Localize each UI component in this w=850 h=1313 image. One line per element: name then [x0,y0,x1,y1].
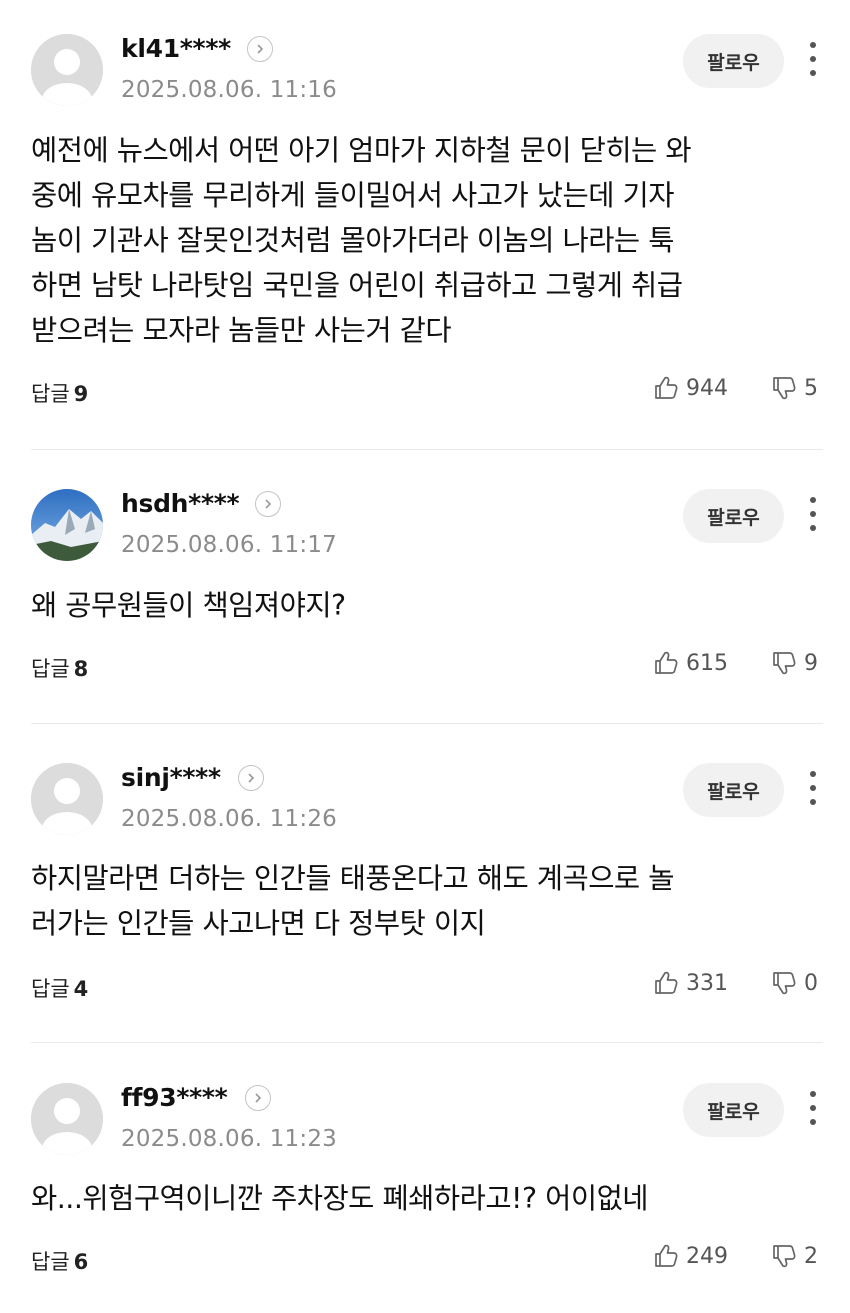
thumbs-up-icon [655,971,678,994]
comment-line: 러가는 인간들 사고나면 다 정부탓 이지 [31,907,486,940]
reply-count: 8 [73,657,89,681]
nickname[interactable]: ff93**** [121,1083,228,1112]
default-avatar-icon [31,763,103,835]
dislike-button[interactable]: 0 [770,969,818,997]
reply-button[interactable]: 답글 4 [31,973,88,1003]
like-button[interactable]: 944 [652,374,728,402]
nickname[interactable]: hsdh**** [121,489,240,518]
comment-line: 하지말라면 더하는 인간들 태풍온다고 해도 계곡으로 놀 [31,862,674,895]
follow-button[interactable]: 팔로우 [683,34,784,88]
chevron-right-icon[interactable] [255,491,281,517]
more-options-icon[interactable] [800,767,826,813]
like-button[interactable]: 615 [652,649,728,677]
comment-line: 와...위험구역이니깐 주차장도 폐쇄하라고!? 어이없네 [31,1182,649,1215]
comment-line: 예전에 뉴스에서 어떤 아기 엄마가 지하철 문이 닫히는 와 [31,134,692,167]
dislike-count: 2 [804,1243,818,1269]
reply-button[interactable]: 답글 9 [31,378,88,408]
divider [31,1042,823,1043]
comment-date: 2025.08.06. 11:26 [121,806,337,832]
dislike-button[interactable]: 2 [770,1242,818,1270]
dislike-button[interactable]: 5 [770,374,818,402]
thumbs-up-icon [655,1244,678,1267]
reply-button[interactable]: 답글 8 [31,653,88,683]
reply-count: 4 [73,977,89,1001]
comment-line: 놈이 기관사 잘못인것처럼 몰아가더라 이놈의 나라는 툭 [31,224,674,257]
thumbs-up-icon [655,376,678,399]
like-button[interactable]: 249 [652,1242,728,1270]
dislike-count: 9 [804,650,818,676]
comment-date: 2025.08.06. 11:16 [121,77,337,103]
follow-button[interactable]: 팔로우 [683,489,784,543]
nickname[interactable]: sinj**** [121,763,221,792]
dislike-count: 5 [804,375,818,401]
reply-label: 답글 [31,382,70,406]
thumbs-down-icon [773,972,796,995]
comment-text: 하지말라면 더하는 인간들 태풍온다고 해도 계곡으로 놀 러가는 인간들 사고… [31,856,821,946]
default-avatar-icon [31,34,103,106]
reply-label: 답글 [31,977,70,1001]
avatar[interactable] [31,763,103,835]
avatar[interactable] [31,489,103,561]
chevron-right-icon[interactable] [247,36,273,62]
like-count: 249 [686,1243,728,1269]
dislike-button[interactable]: 9 [770,649,818,677]
comment-line: 중에 유모차를 무리하게 들이밀어서 사고가 났는데 기자 [31,179,674,212]
chevron-right-icon[interactable] [245,1085,271,1111]
comment-date: 2025.08.06. 11:23 [121,1126,337,1152]
avatar[interactable] [31,34,103,106]
thumbs-down-icon [773,652,796,675]
reply-label: 답글 [31,657,70,681]
more-options-icon[interactable] [800,38,826,84]
comment-date: 2025.08.06. 11:17 [121,532,337,558]
comment-text: 예전에 뉴스에서 어떤 아기 엄마가 지하철 문이 닫히는 와 중에 유모차를 … [31,128,821,353]
dislike-count: 0 [804,970,818,996]
reply-count: 9 [73,382,89,406]
more-options-icon[interactable] [800,493,826,539]
comment-list: kl41**** 2025.08.06. 11:16 팔로우 예전에 뉴스에서 … [0,0,850,1313]
default-avatar-icon [31,1083,103,1155]
avatar[interactable] [31,1083,103,1155]
comment-text: 와...위험구역이니깐 주차장도 폐쇄하라고!? 어이없네 [31,1176,821,1221]
nickname[interactable]: kl41**** [121,34,231,63]
follow-button[interactable]: 팔로우 [683,1083,784,1137]
mountain-avatar-image [31,489,103,561]
reply-button[interactable]: 답글 6 [31,1246,88,1276]
divider [31,723,823,724]
comment-text: 왜 공무원들이 책임져야지? [31,583,821,628]
reply-label: 답글 [31,1250,70,1274]
follow-button[interactable]: 팔로우 [683,763,784,817]
like-count: 331 [686,970,728,996]
more-options-icon[interactable] [800,1087,826,1133]
thumbs-down-icon [773,377,796,400]
comment-line: 왜 공무원들이 책임져야지? [31,589,346,622]
like-count: 615 [686,650,728,676]
chevron-right-icon[interactable] [238,765,264,791]
thumbs-down-icon [773,1245,796,1268]
comment-line: 하면 남탓 나라탓임 국민을 어린이 취급하고 그렇게 취급 [31,269,683,302]
like-button[interactable]: 331 [652,969,728,997]
divider [31,449,823,450]
thumbs-up-icon [655,651,678,674]
reply-count: 6 [73,1250,89,1274]
comment-line: 받으려는 모자라 놈들만 사는거 같다 [31,314,452,347]
like-count: 944 [686,375,728,401]
